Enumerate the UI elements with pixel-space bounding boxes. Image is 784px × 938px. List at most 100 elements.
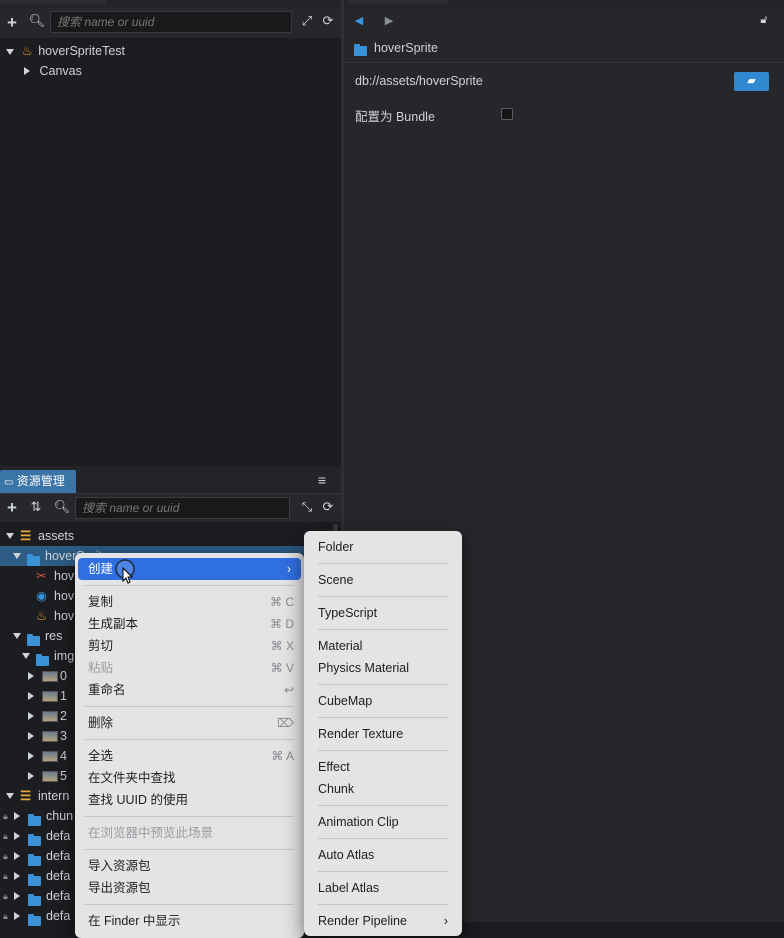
shortcut: ⌦ bbox=[277, 716, 294, 730]
submenu-item-render-pipeline[interactable]: Render Pipeline › bbox=[304, 910, 462, 932]
collapse-arrow-icon[interactable] bbox=[14, 912, 20, 920]
collapse-all-icon[interactable]: ⤡ bbox=[299, 499, 315, 515]
menu-item-preview-scene[interactable]: 在浏览器中预览此场景 bbox=[75, 822, 304, 844]
asset-tree-row[interactable]: ☰ assets bbox=[0, 526, 341, 546]
submenu-item-animation-clip[interactable]: Animation Clip bbox=[304, 811, 462, 833]
hierarchy-tab-strip bbox=[0, 0, 341, 8]
expand-arrow-icon[interactable] bbox=[6, 533, 14, 539]
menu-item-find-in-folder[interactable]: 在文件夹中查找 bbox=[75, 767, 304, 789]
menu-separator bbox=[318, 838, 448, 839]
submenu-item-render-texture[interactable]: Render Texture bbox=[304, 723, 462, 745]
scene-fire-icon: ♨ bbox=[36, 609, 48, 623]
bundle-checkbox[interactable] bbox=[501, 108, 513, 120]
expand-arrow-icon[interactable] bbox=[13, 633, 21, 639]
shortcut: ↩ bbox=[283, 683, 294, 697]
lock-icon[interactable]: 🔓︎ bbox=[756, 14, 772, 27]
menu-item-rename[interactable]: 重命名 ↩ bbox=[75, 679, 304, 701]
menu-item-show-in-finder[interactable]: 在 Finder 中显示 bbox=[75, 910, 304, 932]
expand-arrow-icon[interactable] bbox=[6, 793, 14, 799]
refresh-icon[interactable]: ⟳ bbox=[320, 13, 336, 29]
hierarchy-search-input[interactable]: 搜索 name or uuid bbox=[50, 11, 292, 33]
asset-name: 2 bbox=[60, 709, 67, 723]
submenu-item-auto-atlas[interactable]: Auto Atlas bbox=[304, 844, 462, 866]
menu-item-copy[interactable]: 复制 ⌘ C bbox=[75, 591, 304, 613]
collapse-arrow-icon[interactable] bbox=[14, 872, 20, 880]
asset-name: chun bbox=[46, 809, 74, 823]
expand-arrow-icon[interactable] bbox=[6, 49, 14, 55]
asset-name: 3 bbox=[60, 729, 67, 743]
folder-icon bbox=[28, 814, 41, 826]
menu-item-select-all[interactable]: 全选 ⌘ A bbox=[75, 745, 304, 767]
collapse-arrow-icon[interactable] bbox=[14, 832, 20, 840]
menu-separator bbox=[318, 750, 448, 751]
back-arrow-icon[interactable]: ◀ bbox=[354, 14, 364, 27]
assets-search-input[interactable]: 搜索 name or uuid bbox=[75, 497, 290, 519]
collapse-arrow-icon[interactable] bbox=[28, 672, 34, 680]
hierarchy-tab[interactable] bbox=[0, 0, 106, 4]
open-folder-button[interactable]: ▰ bbox=[734, 72, 769, 91]
asset-name: img bbox=[54, 649, 75, 663]
menu-separator bbox=[85, 816, 294, 817]
submenu-item-label-atlas[interactable]: Label Atlas bbox=[304, 877, 462, 899]
collapse-arrow-icon[interactable] bbox=[14, 852, 20, 860]
submenu-item-physics-material[interactable]: Physics Material bbox=[304, 657, 462, 679]
image-thumbnail-icon bbox=[42, 751, 58, 762]
image-thumbnail-icon bbox=[42, 671, 58, 682]
collapse-arrow-icon[interactable] bbox=[28, 752, 34, 760]
add-icon[interactable]: + bbox=[4, 498, 20, 518]
menu-item-duplicate[interactable]: 生成副本 ⌘ D bbox=[75, 613, 304, 635]
menu-item-import-package[interactable]: 导入资源包 bbox=[75, 855, 304, 877]
canvas-node-row[interactable]: Canvas bbox=[24, 61, 334, 81]
shortcut: ⌘ V bbox=[270, 661, 294, 675]
assets-tab[interactable]: ▭ 资源管理器 bbox=[0, 470, 76, 512]
collapse-arrow-icon[interactable] bbox=[14, 812, 20, 820]
menu-item-label: 删除 bbox=[88, 716, 114, 730]
menu-item-cut[interactable]: 剪切 ⌘ X bbox=[75, 635, 304, 657]
menu-item-export-package[interactable]: 导出资源包 bbox=[75, 877, 304, 899]
image-thumbnail-icon bbox=[42, 771, 58, 782]
collapse-arrow-icon[interactable] bbox=[28, 712, 34, 720]
collapse-arrow-icon[interactable] bbox=[14, 892, 20, 900]
inspector-tab[interactable] bbox=[348, 0, 448, 4]
search-filter-icon[interactable]: 🔍︎ bbox=[27, 13, 47, 29]
collapse-arrow-icon[interactable] bbox=[28, 692, 34, 700]
image-thumbnail-icon bbox=[42, 731, 58, 742]
shortcut: ⌘ X bbox=[270, 639, 294, 653]
script-icon: ◉ bbox=[36, 589, 47, 603]
menu-item-label: 在浏览器中预览此场景 bbox=[88, 826, 214, 840]
submenu-item-chunk[interactable]: Chunk bbox=[304, 778, 462, 800]
asset-name: 5 bbox=[60, 769, 67, 783]
menu-item-paste[interactable]: 粘贴 ⌘ V bbox=[75, 657, 304, 679]
panel-menu-icon[interactable]: ≡ bbox=[314, 472, 330, 488]
refresh-icon[interactable]: ⟳ bbox=[320, 499, 336, 515]
assets-folder-icon: ▭ bbox=[4, 477, 14, 488]
context-menu: 创建 › 复制 ⌘ C 生成副本 ⌘ D 剪切 ⌘ X 粘贴 ⌘ V 重命名 ↩ 删除 ⌦ … bbox=[75, 553, 304, 938]
menu-item-create[interactable]: 创建 › bbox=[78, 558, 301, 580]
collapse-all-icon[interactable]: ⤢ bbox=[299, 13, 315, 29]
asset-name: 4 bbox=[60, 749, 67, 763]
search-filter-icon[interactable]: 🔍︎ bbox=[52, 499, 72, 515]
submenu-item-typescript[interactable]: TypeScript bbox=[304, 602, 462, 624]
scene-root-row[interactable]: ♨ hoverSpriteTest bbox=[6, 41, 336, 61]
submenu-item-effect[interactable]: Effect bbox=[304, 756, 462, 778]
asset-name: defa bbox=[46, 829, 71, 843]
menu-separator bbox=[318, 805, 448, 806]
submenu-item-material[interactable]: Material bbox=[304, 635, 462, 657]
add-icon[interactable]: + bbox=[4, 13, 20, 33]
expand-arrow-icon[interactable] bbox=[22, 653, 30, 659]
submenu-item-cubemap[interactable]: CubeMap bbox=[304, 690, 462, 712]
submenu-item-scene[interactable]: Scene bbox=[304, 569, 462, 591]
collapse-arrow-icon[interactable] bbox=[28, 732, 34, 740]
forward-arrow-icon[interactable]: ▶ bbox=[384, 14, 394, 27]
menu-separator bbox=[318, 563, 448, 564]
menu-item-label: 创建 bbox=[88, 562, 114, 576]
menu-item-find-uuid[interactable]: 查找 UUID 的使用 bbox=[75, 789, 304, 811]
sort-icon[interactable]: ⇅ bbox=[26, 499, 46, 515]
expand-arrow-icon[interactable] bbox=[13, 553, 21, 559]
image-thumbnail-icon bbox=[42, 711, 58, 722]
menu-item-delete[interactable]: 删除 ⌦ bbox=[75, 712, 304, 734]
lock-icon: 🔒︎ bbox=[3, 871, 8, 881]
submenu-item-folder[interactable]: Folder bbox=[304, 536, 462, 558]
collapse-arrow-icon[interactable] bbox=[24, 67, 30, 75]
collapse-arrow-icon[interactable] bbox=[28, 772, 34, 780]
